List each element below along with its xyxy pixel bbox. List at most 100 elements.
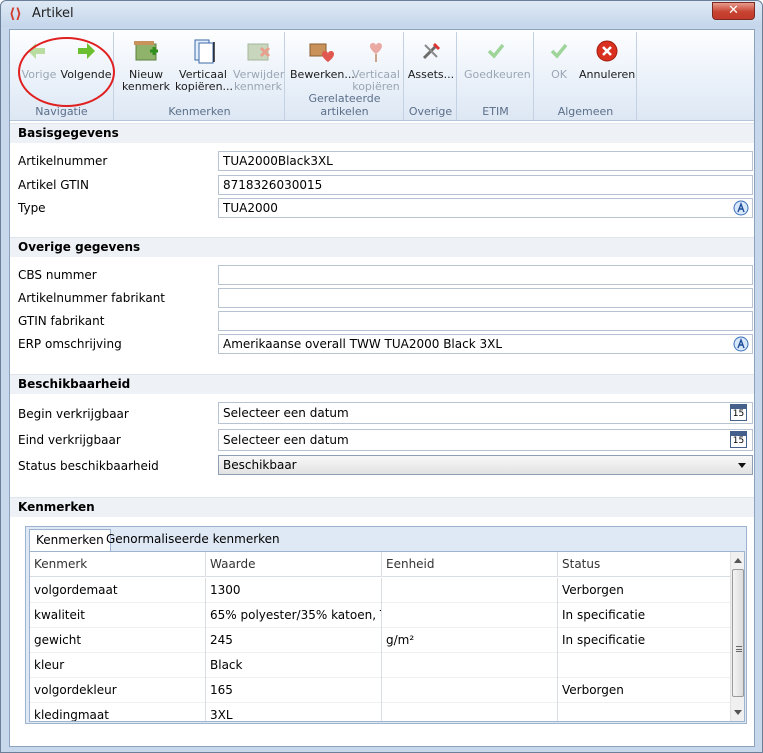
begin-verkrijgbaar-datepicker[interactable]: Selecteer een datum 15 [218,402,753,424]
cell-kenmerk: volgordemaat [30,578,206,603]
calendar-icon[interactable]: 15 [730,431,747,448]
begin-verkrijgbaar-label: Begin verkrijgbaar [18,407,129,421]
scroll-up-icon[interactable] [734,558,742,563]
group-label-gerelateerde: Gerelateerde artikelen [308,92,381,118]
app-logo-icon: ⟨⟩ [9,6,22,22]
group-kenmerken: Nieuw kenmerk Verticaal kopiëren... Verw… [115,32,285,120]
ok-button[interactable]: OK [541,36,577,81]
cell-kenmerk: kwaliteit [30,603,206,628]
verticaal-kopieren-button[interactable]: Verticaal kopiëren... [175,36,233,93]
cancel-icon [596,40,618,62]
cell-eenheid: g/m² [382,628,558,653]
cbs-nummer-field[interactable] [218,265,753,285]
grip-icon [736,646,742,652]
cell-waarde: 1300 [206,578,382,603]
status-beschikbaarheid-label: Status beschikbaarheid [18,459,159,473]
artikelnummer-fabrikant-field[interactable] [218,288,753,308]
scroll-down-icon[interactable] [734,710,742,715]
table-row[interactable]: volgordekleur 165 Verborgen [30,678,730,703]
artikelnummer-fabrikant-label: Artikelnummer fabrikant [18,291,166,305]
edit-related-icon [309,43,334,62]
column-header-status[interactable]: Status [558,552,730,577]
kenmerken-grid: Kenmerk Waarde Eenheid Status volgordema… [29,551,745,722]
table-row[interactable]: kleur Black [30,653,730,678]
chevron-down-icon [738,463,746,468]
artikel-gtin-field[interactable]: 8718326030015 [218,175,753,195]
tools-icon [422,42,441,60]
group-label-navigatie: Navigatie [35,105,88,118]
dialog-content: Vorige Volgende Navigatie Nieuw kenmerk … [9,29,755,747]
table-row[interactable]: kledingmaat 3XL [30,703,730,721]
begin-verkrijgbaar-placeholder: Selecteer een datum [223,406,349,420]
cell-eenheid [382,678,558,703]
table-row[interactable]: kwaliteit 65% polyester/35% katoen, Twil… [30,603,730,628]
translate-icon[interactable] [733,200,749,216]
artikel-gtin-label: Artikel GTIN [18,178,89,192]
cell-kenmerk: gewicht [30,628,206,653]
calendar-icon[interactable]: 15 [730,404,747,421]
verticaal-kopieren-gerelateerd-button[interactable]: Verticaal kopiëren [350,36,402,93]
group-label-overige: Overige [408,105,453,118]
title-bar[interactable]: ⟨⟩ Artikel ✕ [1,1,762,27]
grid-vertical-scrollbar[interactable] [730,552,744,721]
assets-button[interactable]: Assets... [407,36,455,81]
grid-header-row: Kenmerk Waarde Eenheid Status [30,552,730,577]
column-header-eenheid[interactable]: Eenheid [382,552,558,577]
group-gerelateerde-artikelen: Bewerken... Verticaal kopiëren Gerelatee… [286,32,404,120]
section-kenmerken: Kenmerken [10,497,754,517]
annotation-circle [18,37,115,107]
cell-kenmerk: kledingmaat [30,703,206,721]
group-algemeen: OK Annuleren Algemeen [535,32,637,120]
tab-kenmerken[interactable]: Kenmerken [29,529,111,551]
goedkeuren-button[interactable]: Goedkeuren [464,36,531,81]
cell-kenmerk: volgordekleur [30,678,206,703]
erp-omschrijving-field[interactable]: Amerikaanse overall TWW TUA2000 Black 3X… [218,334,753,354]
group-label-etim: ETIM [482,105,509,118]
gtin-fabrikant-field[interactable] [218,311,753,331]
artikelnummer-value: TUA2000Black3XL [223,154,333,168]
cell-waarde: 165 [206,678,382,703]
type-label: Type [18,201,46,215]
annuleren-label: Annuleren [579,68,636,81]
cell-waarde: Black [206,653,382,678]
table-row[interactable]: volgordemaat 1300 Verborgen [30,578,730,603]
section-basisgegevens: Basisgegevens [10,123,754,143]
cell-status: Verborgen [562,583,624,597]
tab-genormaliseerde-kenmerken[interactable]: Genormaliseerde kenmerken [100,529,286,551]
annuleren-button[interactable]: Annuleren [579,36,635,81]
section-beschikbaarheid: Beschikbaarheid [10,374,754,394]
translate-icon[interactable] [733,336,749,352]
table-row[interactable]: gewicht 245 g/m² In specificatie [30,628,730,653]
artikelnummer-field[interactable]: TUA2000Black3XL [218,151,753,171]
bewerken-label: Bewerken... [290,68,355,81]
artikel-gtin-value: 8718326030015 [223,178,323,192]
kenmerken-tab-panel: Kenmerken Genormaliseerde kenmerken Kenm… [25,526,747,724]
nieuw-kenmerk-button[interactable]: Nieuw kenmerk [121,36,171,93]
status-beschikbaarheid-select[interactable]: Beschikbaar [218,455,753,475]
bewerken-button[interactable]: Bewerken... [290,36,355,81]
window-title: Artikel [32,6,74,21]
cell-status: In specificatie [562,608,646,622]
erp-omschrijving-value: Amerikaanse overall TWW TUA2000 Black 3X… [223,337,503,351]
cell-eenheid [382,603,558,628]
cell-waarde: 3XL [206,703,382,721]
checkmark-icon [487,43,505,59]
column-header-waarde[interactable]: Waarde [206,552,382,577]
verwijder-kenmerk-button[interactable]: Verwijder kenmerk [233,36,284,93]
cell-kenmerk: kleur [30,653,206,678]
cell-status: Verborgen [562,683,624,697]
eind-verkrijgbaar-placeholder: Selecteer een datum [223,433,349,447]
group-label-algemeen: Algemeen [557,105,614,118]
assets-label: Assets... [407,68,455,81]
copy-vertical-icon [194,39,215,64]
type-field[interactable]: TUA2000 [218,198,753,218]
cell-status [558,703,730,721]
eind-verkrijgbaar-datepicker[interactable]: Selecteer een datum 15 [218,429,753,451]
column-header-kenmerk[interactable]: Kenmerk [30,552,206,577]
scrollbar-thumb[interactable] [732,569,744,697]
group-label-kenmerken: Kenmerken [168,105,231,118]
close-button[interactable]: ✕ [712,2,755,20]
erp-omschrijving-label: ERP omschrijving [18,337,122,351]
cell-status: In specificatie [562,633,646,647]
type-value: TUA2000 [223,201,278,215]
